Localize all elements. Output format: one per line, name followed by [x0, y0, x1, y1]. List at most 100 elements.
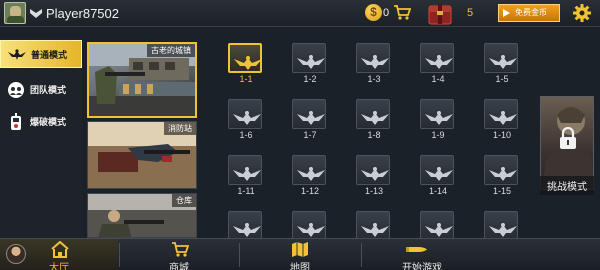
level-badge — [356, 155, 390, 185]
rank-chevron-icon — [30, 9, 42, 18]
level-badge — [292, 155, 326, 185]
level-1-13[interactable]: 1-13 — [355, 152, 393, 198]
level-badge — [356, 211, 390, 241]
level-1-9[interactable]: 1-9 — [419, 96, 457, 142]
coin-icon: $ — [365, 4, 382, 21]
level-number: 1-3 — [367, 74, 381, 84]
player-name: Player87502 — [46, 6, 119, 21]
eagle-wings-icon — [361, 223, 389, 237]
profile-avatar-icon[interactable] — [6, 244, 26, 264]
free-gold-button[interactable]: 免费金币 — [498, 4, 560, 22]
nav-label: 商城 — [169, 263, 189, 270]
map-list: 古老的城镇 消防站 仓库 — [85, 38, 201, 238]
level-badge — [484, 155, 518, 185]
level-number: 1-5 — [495, 74, 509, 84]
eagle-wings-icon — [297, 111, 325, 125]
map-card-fire-station[interactable]: 消防站 — [87, 121, 197, 189]
level-number: 1-6 — [239, 130, 253, 140]
free-gold-label: 免费金币 — [515, 8, 547, 17]
level-1-12[interactable]: 1-12 — [291, 152, 329, 198]
nav-map[interactable]: 地图 — [240, 239, 360, 270]
level-badge — [292, 99, 326, 129]
level-number: 1-1 — [239, 74, 253, 84]
eagle-wings-icon — [361, 111, 389, 125]
level-badge — [356, 99, 390, 129]
play-video-icon — [503, 9, 510, 17]
bullet-icon — [406, 247, 427, 252]
challenge-mode-label: 挑战模式 — [540, 176, 594, 195]
mode-label: 普通模式 — [31, 50, 68, 60]
top-bar: Player87502 $ 0 5 免费金币 — [0, 0, 600, 27]
level-1-3[interactable]: 1-3 — [355, 40, 393, 86]
eagle-wings-icon — [297, 167, 325, 181]
eagle-wings-icon — [361, 167, 389, 181]
level-number: 1-13 — [364, 186, 383, 196]
crate-count: 5 — [467, 7, 474, 19]
level-1-11[interactable]: 1-11 — [227, 152, 265, 198]
level-1-5[interactable]: 1-5 — [483, 40, 521, 86]
map-icon — [292, 242, 308, 257]
eagle-wings-icon — [297, 223, 325, 237]
level-1-2[interactable]: 1-2 — [291, 40, 329, 86]
eagle-wings-icon — [489, 223, 517, 237]
gear-icon[interactable] — [573, 4, 591, 22]
level-number: 1-15 — [492, 186, 511, 196]
level-1-14[interactable]: 1-14 — [419, 152, 457, 198]
level-1-7[interactable]: 1-7 — [291, 96, 329, 142]
level-number: 1-14 — [428, 186, 447, 196]
mode-tab-normal[interactable]: 普通模式 — [0, 40, 82, 68]
level-number: 1-2 — [303, 74, 317, 84]
level-number: 1-10 — [492, 130, 511, 140]
level-badge — [228, 211, 262, 241]
crate-icon[interactable] — [428, 2, 452, 25]
level-1-10[interactable]: 1-10 — [483, 96, 521, 142]
map-label: 消防站 — [164, 122, 196, 135]
eagle-wings-icon — [425, 223, 453, 237]
level-badge — [356, 43, 390, 73]
nav-shop[interactable]: 商城 — [120, 239, 238, 270]
map-card-warehouse[interactable]: 仓库 — [87, 193, 197, 238]
level-badge — [420, 43, 454, 73]
eagle-wings-icon — [233, 223, 261, 237]
level-1-8[interactable]: 1-8 — [355, 96, 393, 142]
level-badge — [292, 43, 326, 73]
eagle-wings-icon — [489, 111, 517, 125]
level-badge — [228, 43, 262, 73]
mode-tab-bomb[interactable]: 爆破模式 — [0, 108, 82, 136]
bottom-nav: 大厅 商城 地图 开始游戏 — [0, 238, 600, 270]
lock-icon — [560, 127, 576, 149]
level-badge — [420, 211, 454, 241]
map-card-ancient-town[interactable]: 古老的城镇 — [87, 42, 197, 118]
player-avatar-icon[interactable] — [4, 2, 26, 24]
level-1-4[interactable]: 1-4 — [419, 40, 457, 86]
nav-label: 开始游戏 — [402, 263, 442, 270]
level-1-15[interactable]: 1-15 — [483, 152, 521, 198]
level-number: 1-9 — [431, 130, 445, 140]
eagle-wings-icon — [233, 111, 261, 125]
nav-start-game[interactable]: 开始游戏 — [362, 239, 482, 270]
map-label: 古老的城镇 — [147, 44, 195, 57]
mode-label: 爆破模式 — [30, 117, 67, 127]
level-1-1[interactable]: 1-1 — [227, 40, 265, 86]
mode-tabs: 普通模式 团队模式 爆破模式 — [0, 38, 82, 238]
eagle-wings-icon — [234, 56, 262, 70]
eagle-wings-icon — [489, 167, 517, 181]
level-badge — [484, 99, 518, 129]
level-number: 1-12 — [300, 186, 319, 196]
level-badge — [484, 211, 518, 241]
mode-tab-team[interactable]: 团队模式 — [0, 76, 82, 104]
eagle-wings-icon — [233, 167, 261, 181]
level-1-6[interactable]: 1-6 — [227, 96, 265, 142]
eagle-wings-icon — [297, 55, 325, 69]
nav-label: 地图 — [290, 263, 310, 270]
level-badge — [292, 211, 326, 241]
level-badge — [228, 155, 262, 185]
level-grid: 1-1 1-2 1-3 1-4 1-5 1-6 1-7 1-8 1-9 1-10 1-11 1-12 1… — [212, 38, 532, 252]
eagle-wings-icon — [425, 167, 453, 181]
level-badge — [420, 99, 454, 129]
mode-label: 团队模式 — [30, 85, 67, 95]
level-badge — [484, 43, 518, 73]
shop-cart-icon[interactable] — [393, 4, 411, 21]
shop-cart-icon — [172, 242, 189, 257]
eagle-wings-icon — [425, 111, 453, 125]
